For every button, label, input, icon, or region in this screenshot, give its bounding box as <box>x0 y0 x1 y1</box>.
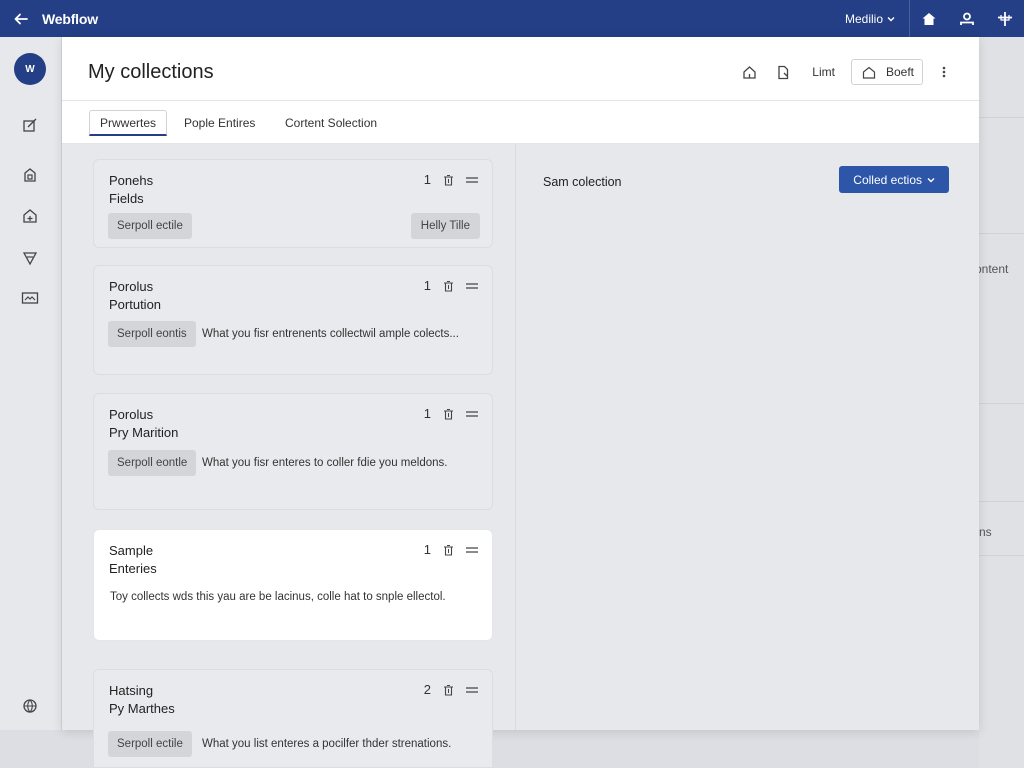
building-icon[interactable] <box>20 206 40 226</box>
collections-modal: My collections Limt Boeft Prwwertes Popl… <box>62 37 979 730</box>
background-text: ns <box>979 525 992 539</box>
background-right-strip: ontent ns <box>979 37 1024 768</box>
collection-list: Ponehs Fields 1 Serpoll ectile Helly Til… <box>62 144 516 730</box>
image-icon[interactable] <box>20 288 40 308</box>
collection-action-button[interactable]: Colled ectios <box>839 166 949 193</box>
sample-chip[interactable]: Serpoll eontle <box>108 450 197 476</box>
collection-description: What you fisr entrenents collectwil ampl… <box>202 328 459 340</box>
tag-chip[interactable]: Helly Tille <box>410 213 480 239</box>
chevron-down-icon <box>887 16 895 21</box>
item-count: 1 <box>423 278 431 293</box>
list-item[interactable]: Hatsing Py Marthes 2 Serpoll ectile What… <box>93 669 493 768</box>
drag-handle-icon[interactable] <box>466 546 478 553</box>
boot-button[interactable]: Boeft <box>850 59 923 85</box>
edit-icon[interactable] <box>20 115 40 135</box>
list-item[interactable]: Porolus Pry Marition 1 Serpoll eontle Wh… <box>93 393 493 510</box>
boot-button-label: Boeft <box>885 65 914 79</box>
document-icon[interactable] <box>770 59 796 85</box>
drag-handle-icon[interactable] <box>466 176 478 183</box>
collection-description: What you fisr enteres to coller fdie you… <box>202 457 448 469</box>
workspace-menu-label: Medilio <box>844 11 883 26</box>
tab-content-selection[interactable]: Cortent Solection <box>275 110 387 136</box>
user-icon[interactable] <box>948 0 986 37</box>
item-count: 2 <box>423 682 431 697</box>
drag-handle-icon[interactable] <box>466 410 478 417</box>
home-icon[interactable] <box>736 59 762 85</box>
left-rail: W <box>0 37 62 730</box>
list-item[interactable]: Porolus Portution 1 Serpoll eontis What … <box>93 265 493 375</box>
collection-description: What you list enteres a pocilfer thder s… <box>202 738 452 750</box>
page-title: My collections <box>88 61 214 83</box>
sample-chip[interactable]: Serpoll ectile <box>108 731 192 757</box>
list-item-selected[interactable]: Sample Enteries 1 Toy collects wds this … <box>93 529 493 641</box>
globe-icon[interactable] <box>20 696 40 716</box>
collection-name: Sample Enteries <box>109 543 157 576</box>
workspace-menu[interactable]: Medilio <box>837 0 910 37</box>
drag-handle-icon[interactable] <box>466 282 478 289</box>
back-arrow-icon[interactable] <box>0 0 42 37</box>
background-text: ontent <box>979 262 1009 276</box>
collection-name: Ponehs Fields <box>109 173 154 206</box>
detail-label: Sam colection <box>543 175 622 189</box>
list-item[interactable]: Ponehs Fields 1 Serpoll ectile Helly Til… <box>93 159 493 248</box>
drag-handle-icon[interactable] <box>466 686 478 693</box>
trash-icon[interactable] <box>443 408 454 420</box>
home-icon[interactable] <box>910 0 948 37</box>
tab-people-entries[interactable]: Pople Entires <box>174 110 265 136</box>
chevron-down-icon <box>927 177 935 182</box>
top-bar: Webflow Medilio <box>0 0 1024 37</box>
sample-chip[interactable]: Serpoll eontis <box>108 321 196 347</box>
trash-icon[interactable] <box>443 544 454 556</box>
trash-icon[interactable] <box>443 280 454 292</box>
collection-description: Toy collects wds this yau are be lacinus… <box>110 591 446 603</box>
trash-icon[interactable] <box>443 174 454 186</box>
app-brand[interactable]: Webflow <box>42 11 98 27</box>
detail-pane: Sam colection Colled ectios <box>517 144 979 730</box>
filter-icon[interactable] <box>20 248 40 268</box>
trash-icon[interactable] <box>443 684 454 696</box>
collection-action-label: Colled ectios <box>853 172 922 187</box>
home-outline-icon <box>862 66 876 79</box>
modal-header: My collections Limt Boeft <box>62 37 979 101</box>
avatar[interactable]: W <box>14 53 46 85</box>
more-vertical-icon[interactable] <box>931 59 957 85</box>
sample-chip[interactable]: Serpoll ectile <box>108 213 192 239</box>
item-count: 1 <box>423 172 431 187</box>
collection-name: Hatsing Py Marthes <box>109 683 175 716</box>
item-count: 1 <box>423 406 431 421</box>
collection-name: Porolus Pry Marition <box>109 407 179 440</box>
link-button[interactable]: Limt <box>804 65 843 79</box>
avatar-initials: W <box>25 63 35 75</box>
collection-name: Porolus Portution <box>109 279 162 312</box>
item-count: 1 <box>423 542 431 557</box>
tab-properties[interactable]: Prwwertes <box>89 110 168 136</box>
plus-icon[interactable] <box>986 0 1024 37</box>
tab-bar: Prwwertes Pople Entires Cortent Solectio… <box>62 101 979 144</box>
page-icon[interactable] <box>20 165 40 185</box>
